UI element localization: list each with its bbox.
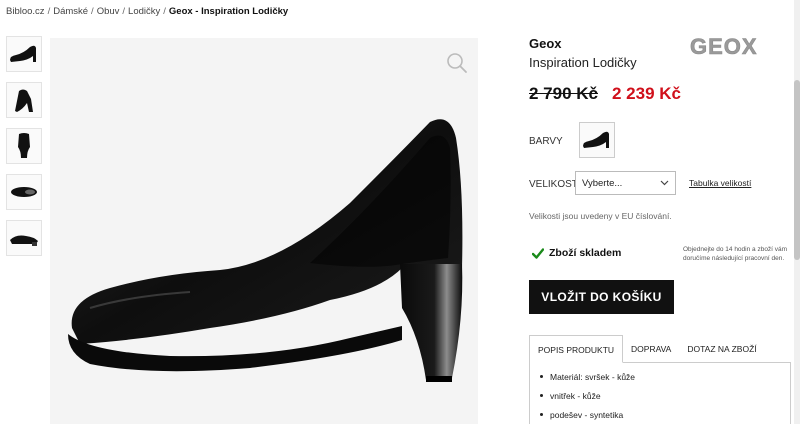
add-to-cart-button[interactable]: VLOŽIT DO KOŠÍKU (529, 280, 674, 314)
shoe-top-thumbnail-icon (11, 187, 37, 197)
description-item: vnitřek - kůže (540, 391, 790, 401)
thumbnail-side-view[interactable] (6, 36, 42, 72)
size-table-link[interactable]: Tabulka velikostí (689, 178, 751, 188)
chevron-down-icon (660, 180, 669, 186)
color-swatch-black[interactable] (579, 122, 615, 158)
breadcrumb-link-pumps[interactable]: Lodičky (128, 6, 160, 17)
description-list: Materiál: svršek - kůže vnitřek - kůže p… (530, 362, 790, 420)
shoe-color-icon (583, 131, 609, 148)
shoe-back-thumbnail-icon (18, 133, 30, 158)
thumbnail-angle-view[interactable] (6, 82, 42, 118)
description-panel: Materiál: svršek - kůže vnitřek - kůže p… (529, 362, 791, 424)
magnifier-icon[interactable] (446, 52, 468, 74)
breadcrumb: Bibloo.cz / Dámské / Obuv / Lodičky / Geox - Ins… (6, 6, 288, 17)
breadcrumb-separator: / (122, 6, 126, 17)
size-select[interactable]: Vyberte... (575, 171, 676, 195)
breadcrumb-current: Geox - Inspiration Lodičky (168, 6, 289, 17)
colors-label: BARVY (529, 136, 563, 147)
shoe-sole-thumbnail-icon (10, 235, 38, 246)
product-tabs: POPIS PRODUKTU DOPRAVA DOTAZ NA ZBOŽÍ (529, 335, 791, 363)
sale-price: 2 239 Kč (612, 84, 681, 103)
breadcrumb-link-women[interactable]: Dámské (53, 6, 88, 17)
page-scrollbar[interactable] (794, 0, 800, 424)
thumbnail-back-view[interactable] (6, 128, 42, 164)
brand-logo[interactable]: GEOX (690, 34, 758, 60)
description-item: podešev - syntetika (540, 410, 790, 420)
shoe-side-thumbnail-icon (10, 45, 36, 62)
tab-shipping[interactable]: DOPRAVA (623, 335, 679, 362)
stock-label: Zboží skladem (549, 247, 622, 259)
stock-status: Zboží skladem (532, 247, 621, 259)
shoe-angle-thumbnail-icon (15, 89, 33, 112)
delivery-note: Objednejte do 14 hodin a zboží vám doruč… (683, 246, 788, 262)
check-icon (532, 247, 544, 259)
thumbnail-list (6, 36, 44, 266)
size-note: Velikosti jsou uvedeny v EU číslování. (529, 211, 672, 221)
scrollbar-thumb[interactable] (794, 80, 800, 260)
breadcrumb-link-shoes[interactable]: Obuv (97, 6, 120, 17)
thumbnail-sole-view[interactable] (6, 220, 42, 256)
breadcrumb-separator: / (91, 6, 94, 17)
shoe-product-image (68, 119, 463, 382)
price-block: 2 790 Kč 2 239 Kč (529, 84, 681, 104)
description-item: Materiál: svršek - kůže (540, 372, 790, 382)
tab-description[interactable]: POPIS PRODUKTU (529, 335, 624, 363)
tab-product-question[interactable]: DOTAZ NA ZBOŽÍ (679, 335, 764, 362)
original-price: 2 790 Kč (529, 84, 598, 103)
main-product-image[interactable] (50, 38, 478, 424)
breadcrumb-separator: / (47, 6, 51, 17)
thumbnail-top-view[interactable] (6, 174, 42, 210)
size-select-value: Vyberte... (582, 177, 623, 189)
breadcrumb-link-home[interactable]: Bibloo.cz (6, 6, 45, 17)
size-label: VELIKOST (529, 179, 578, 190)
breadcrumb-separator: / (163, 6, 166, 17)
